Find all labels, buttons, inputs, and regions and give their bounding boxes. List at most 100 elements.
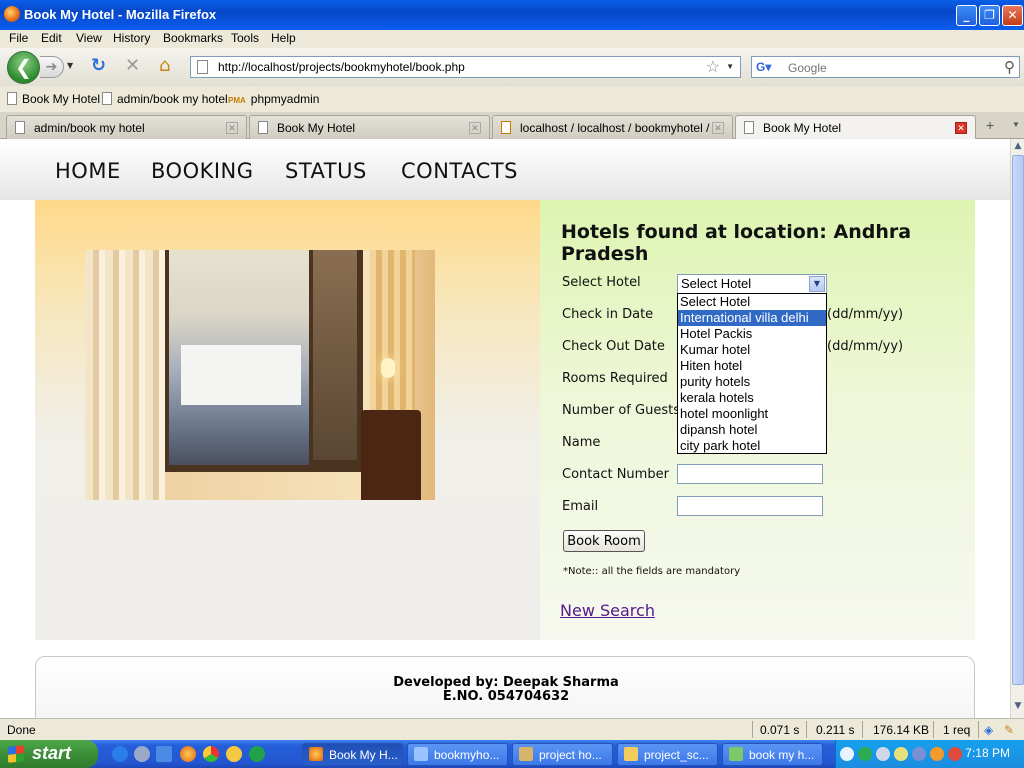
utorrent-tray-icon[interactable] xyxy=(858,747,872,761)
addon-icon[interactable]: ✎ xyxy=(1004,723,1014,737)
document-icon xyxy=(519,747,533,761)
hotel-option-highlighted[interactable]: International villa delhi xyxy=(678,310,826,326)
url-dropdown-icon[interactable]: ▼ xyxy=(726,62,734,71)
chrome-icon[interactable] xyxy=(203,746,219,762)
hotel-option[interactable]: Kumar hotel xyxy=(678,342,826,358)
search-bar[interactable]: G▾ ⚲ xyxy=(751,56,1020,78)
reload-icon[interactable]: ↻ xyxy=(91,57,106,75)
tab-close-icon[interactable]: ✕ xyxy=(226,122,238,134)
hotel-option[interactable]: city park hotel xyxy=(678,438,826,454)
start-button[interactable]: start xyxy=(0,740,98,768)
tab-phpmyadmin[interactable]: localhost / localhost / bookmyhotel / c.… xyxy=(492,115,733,139)
bookmark-book-my-hotel[interactable]: Book My Hotel xyxy=(7,92,100,106)
hotel-dropdown-list: Select Hotel International villa delhi H… xyxy=(677,293,827,454)
menu-help[interactable]: Help xyxy=(271,31,296,45)
scroll-up-icon[interactable]: ▲ xyxy=(1012,141,1024,155)
hotel-option[interactable]: Hotel Packis xyxy=(678,326,826,342)
tab-close-icon[interactable]: ✕ xyxy=(955,122,967,134)
taskbar-project-sc[interactable]: project_sc... xyxy=(617,743,718,766)
search-icon[interactable]: ⚲ xyxy=(1004,58,1015,76)
stop-icon[interactable]: ✕ xyxy=(125,57,140,75)
status-size: 176.14 KB xyxy=(873,723,930,737)
navigation-toolbar: ➔ ❮ ▼ ↻ ✕ ⌂ http://localhost/projects/bo… xyxy=(0,48,1024,86)
tab-admin[interactable]: admin/book my hotel ✕ xyxy=(6,115,247,139)
window-title: Book My Hotel - Mozilla Firefox xyxy=(24,7,217,22)
utorrent-icon[interactable] xyxy=(249,746,265,762)
url-bar[interactable]: http://localhost/projects/bookmyhotel/bo… xyxy=(190,56,741,78)
chevron-down-icon[interactable]: ▼ xyxy=(809,276,825,292)
menu-history[interactable]: History xyxy=(113,31,150,45)
check-in-format: (dd/mm/yy) xyxy=(827,307,904,322)
results-heading: Hotels found at location: Andhra Pradesh xyxy=(561,221,912,265)
status-time-1: 0.071 s xyxy=(760,723,800,737)
taskbar-project-ho[interactable]: project ho... xyxy=(512,743,613,766)
desktop-icon[interactable] xyxy=(156,746,172,762)
hotel-option[interactable]: Hiten hotel xyxy=(678,358,826,374)
tab-book-my-hotel-active[interactable]: Book My Hotel ✕ xyxy=(735,115,976,140)
check-in-label: Check in Date xyxy=(562,307,654,322)
booking-panel: Hotels found at location: Andhra Pradesh… xyxy=(540,200,975,640)
email-label: Email xyxy=(562,499,599,514)
antivirus-icon[interactable] xyxy=(948,747,962,761)
vertical-scrollbar[interactable]: ▲ ▼ xyxy=(1010,139,1024,718)
menu-bookmarks[interactable]: Bookmarks xyxy=(163,31,223,45)
media-icon[interactable] xyxy=(134,746,150,762)
bookmark-admin[interactable]: admin/book my hotel xyxy=(102,92,228,106)
scroll-down-icon[interactable]: ▼ xyxy=(1012,701,1024,715)
search-input[interactable] xyxy=(788,61,988,75)
close-button[interactable]: ✕ xyxy=(1002,5,1023,26)
menu-file[interactable]: File xyxy=(9,31,28,45)
bookmark-phpmyadmin[interactable]: PMA phpmyadmin xyxy=(228,92,319,106)
maximize-button[interactable]: ❐ xyxy=(979,5,1000,26)
tab-close-icon[interactable]: ✕ xyxy=(469,122,481,134)
hotel-option[interactable]: hotel moonlight xyxy=(678,406,826,422)
site-navigation: HOME BOOKING STATUS CONTACTS xyxy=(0,139,1010,200)
bookmark-star-icon[interactable]: ☆ xyxy=(706,57,720,77)
tab-list-icon[interactable]: ▼ xyxy=(1012,120,1020,129)
contact-input[interactable] xyxy=(677,464,823,484)
forward-button[interactable]: ➔ xyxy=(40,56,64,78)
back-button[interactable]: ❮ xyxy=(7,51,40,84)
book-room-button[interactable]: Book Room xyxy=(563,530,645,552)
name-label: Name xyxy=(562,435,601,450)
hotel-option[interactable]: dipansh hotel xyxy=(678,422,826,438)
rooms-label: Rooms Required xyxy=(562,371,668,386)
tab-book-my-hotel[interactable]: Book My Hotel ✕ xyxy=(249,115,490,139)
hotel-select[interactable]: Select Hotel ▼ xyxy=(677,274,827,294)
new-search-link[interactable]: New Search xyxy=(560,601,655,620)
messenger-icon[interactable] xyxy=(226,746,242,762)
scroll-thumb[interactable] xyxy=(1012,155,1024,685)
tray-app-icon[interactable] xyxy=(930,747,944,761)
menu-tools[interactable]: Tools xyxy=(231,31,259,45)
menu-edit[interactable]: Edit xyxy=(41,31,62,45)
hotel-option[interactable]: Select Hotel xyxy=(678,294,826,310)
minimize-button[interactable]: _ xyxy=(956,5,977,26)
nav-status[interactable]: STATUS xyxy=(285,159,367,183)
tab-close-icon[interactable]: ✕ xyxy=(712,122,724,134)
history-dropdown-icon[interactable]: ▼ xyxy=(67,61,73,70)
taskbar-bookmyhotel[interactable]: bookmyho... xyxy=(407,743,508,766)
home-icon[interactable]: ⌂ xyxy=(159,57,170,75)
tray-app-icon[interactable] xyxy=(894,747,908,761)
guests-label: Number of Guests xyxy=(562,403,680,418)
firefox-quicklaunch-icon[interactable] xyxy=(180,746,196,762)
hotel-option[interactable]: purity hotels xyxy=(678,374,826,390)
menu-view[interactable]: View xyxy=(76,31,102,45)
volume-icon[interactable] xyxy=(912,747,926,761)
extension-icon[interactable]: ◈ xyxy=(984,723,993,737)
taskbar-firefox[interactable]: Book My H... xyxy=(302,743,403,766)
phpmyadmin-icon xyxy=(501,121,511,134)
status-text: Done xyxy=(7,723,36,737)
ie-icon[interactable] xyxy=(112,746,128,762)
hotel-option[interactable]: kerala hotels xyxy=(678,390,826,406)
email-input[interactable] xyxy=(677,496,823,516)
nav-contacts[interactable]: CONTACTS xyxy=(401,159,518,183)
google-icon[interactable]: G▾ xyxy=(756,60,772,74)
tray-arrow-icon[interactable] xyxy=(840,747,854,761)
nav-booking[interactable]: BOOKING xyxy=(151,159,254,183)
taskbar-book-my-h[interactable]: book my h... xyxy=(722,743,823,766)
nav-home[interactable]: HOME xyxy=(55,159,121,183)
network-icon[interactable] xyxy=(876,747,890,761)
new-tab-icon[interactable]: + xyxy=(986,117,994,133)
url-text[interactable]: http://localhost/projects/bookmyhotel/bo… xyxy=(218,60,465,74)
